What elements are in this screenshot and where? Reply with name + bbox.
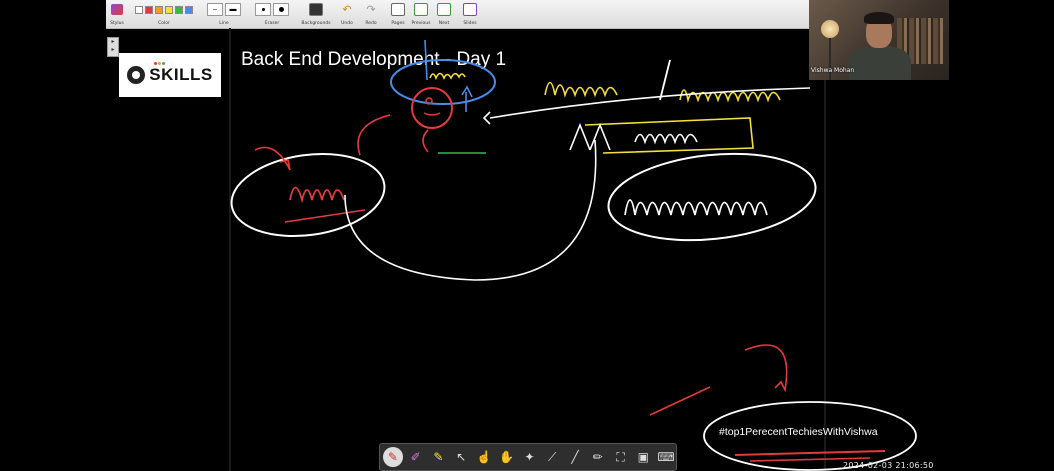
linkedin-scribble [634,133,698,145]
pointer-icon[interactable]: ↖ [451,447,471,467]
drawing-toolbar: ✎ ✐ ✎ ↖ ☝ ✋ ✦ ⟋ ╱ ✏ ⛶ ▣ ⌨ [379,443,677,471]
hand-point-icon[interactable]: ☝ [474,447,494,467]
lamp [821,20,839,38]
highlighter-icon[interactable]: ✎ [429,447,449,467]
keyboard-icon[interactable]: ⌨ [656,447,676,467]
line-tool-icon[interactable]: ╱ [565,447,585,467]
eraser-icon[interactable]: ✐ [406,447,426,467]
magic-wand-icon[interactable]: ✦ [520,447,540,467]
hashtag-text: #top1PerecentTechiesWithVishwa [719,426,878,438]
webcam-feed: Vishwa Mohan [809,0,949,80]
brand-oval [390,59,496,105]
pen-icon[interactable]: ✎ [383,447,403,467]
challenge-oval [607,152,817,242]
challenge-scribble [624,199,768,216]
red-face [411,87,453,129]
hand-icon[interactable]: ✋ [497,447,517,467]
brand-scribble [429,72,466,81]
laser-icon[interactable]: ⟋ [542,447,562,467]
marketing-scribble [544,81,618,98]
presenter-hair [864,12,894,24]
presenter-body [849,46,911,80]
screen-icon[interactable]: ▣ [633,447,653,467]
big-loop [344,139,597,281]
shapes-icon[interactable]: ⛶ [611,447,631,467]
skills-oval [230,152,386,238]
presenter-name: Vishwa Mohan [811,67,855,74]
pencil-icon[interactable]: ✏ [588,447,608,467]
skills-scribble [289,186,345,204]
timestamp: 2024-02-03 21:06:50 [843,461,934,470]
